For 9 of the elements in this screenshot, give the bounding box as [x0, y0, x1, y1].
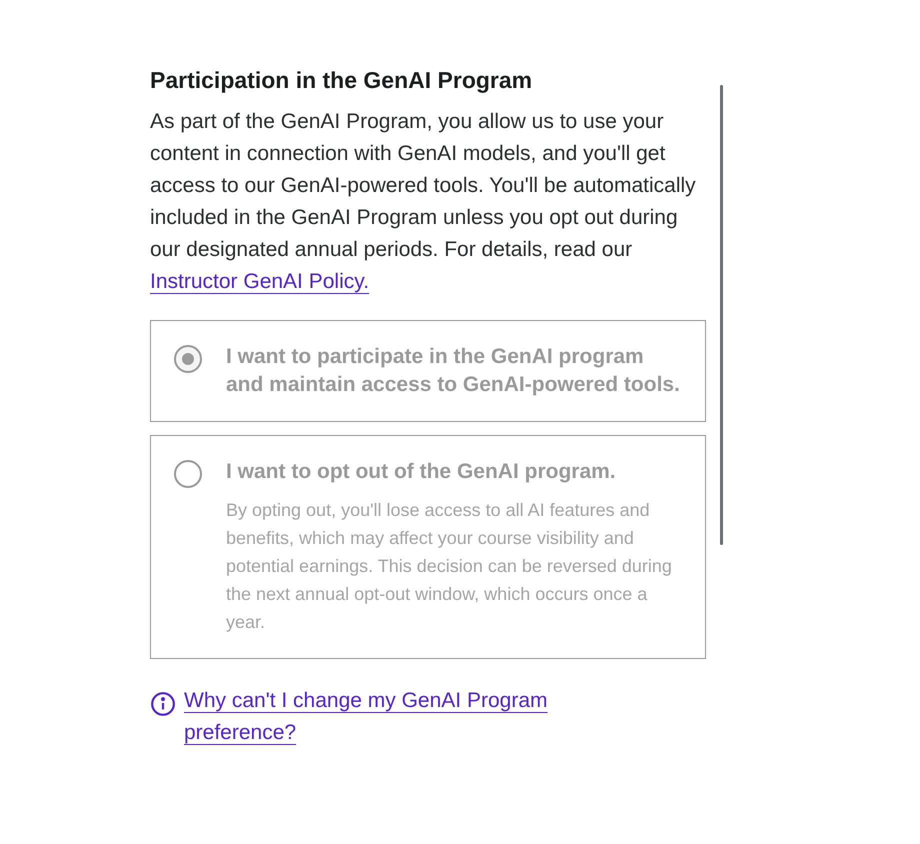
intro-paragraph: As part of the GenAI Program, you allow us to use your content in connection with GenAI models, and you'll get access to our GenAI-powered tools. You'll be automatically included in the GenAI Program unless you opt out during our designated annual periods. For details, read our Instructor GenAI Policy.: [150, 109, 697, 295]
scrollbar[interactable]: [720, 85, 723, 545]
help-link[interactable]: Why can't I change my GenAI Program preference?: [184, 685, 604, 749]
option-description: By opting out, you'll lose access to all AI features and benefits, which may affect your course visibility and potential earnings. This decision can be reversed during the next annual opt-out window, which occurs once a year.: [226, 499, 673, 634]
info-icon: [150, 691, 176, 717]
section-heading: Participation in the GenAI Program: [150, 66, 534, 95]
policy-link[interactable]: Instructor GenAI Policy.: [150, 270, 370, 293]
option-label: I want to opt out of the GenAI program.: [226, 459, 617, 485]
option-label: I want to participate in the GenAI program and maintain access to GenAI-powered tools.: [226, 344, 681, 398]
